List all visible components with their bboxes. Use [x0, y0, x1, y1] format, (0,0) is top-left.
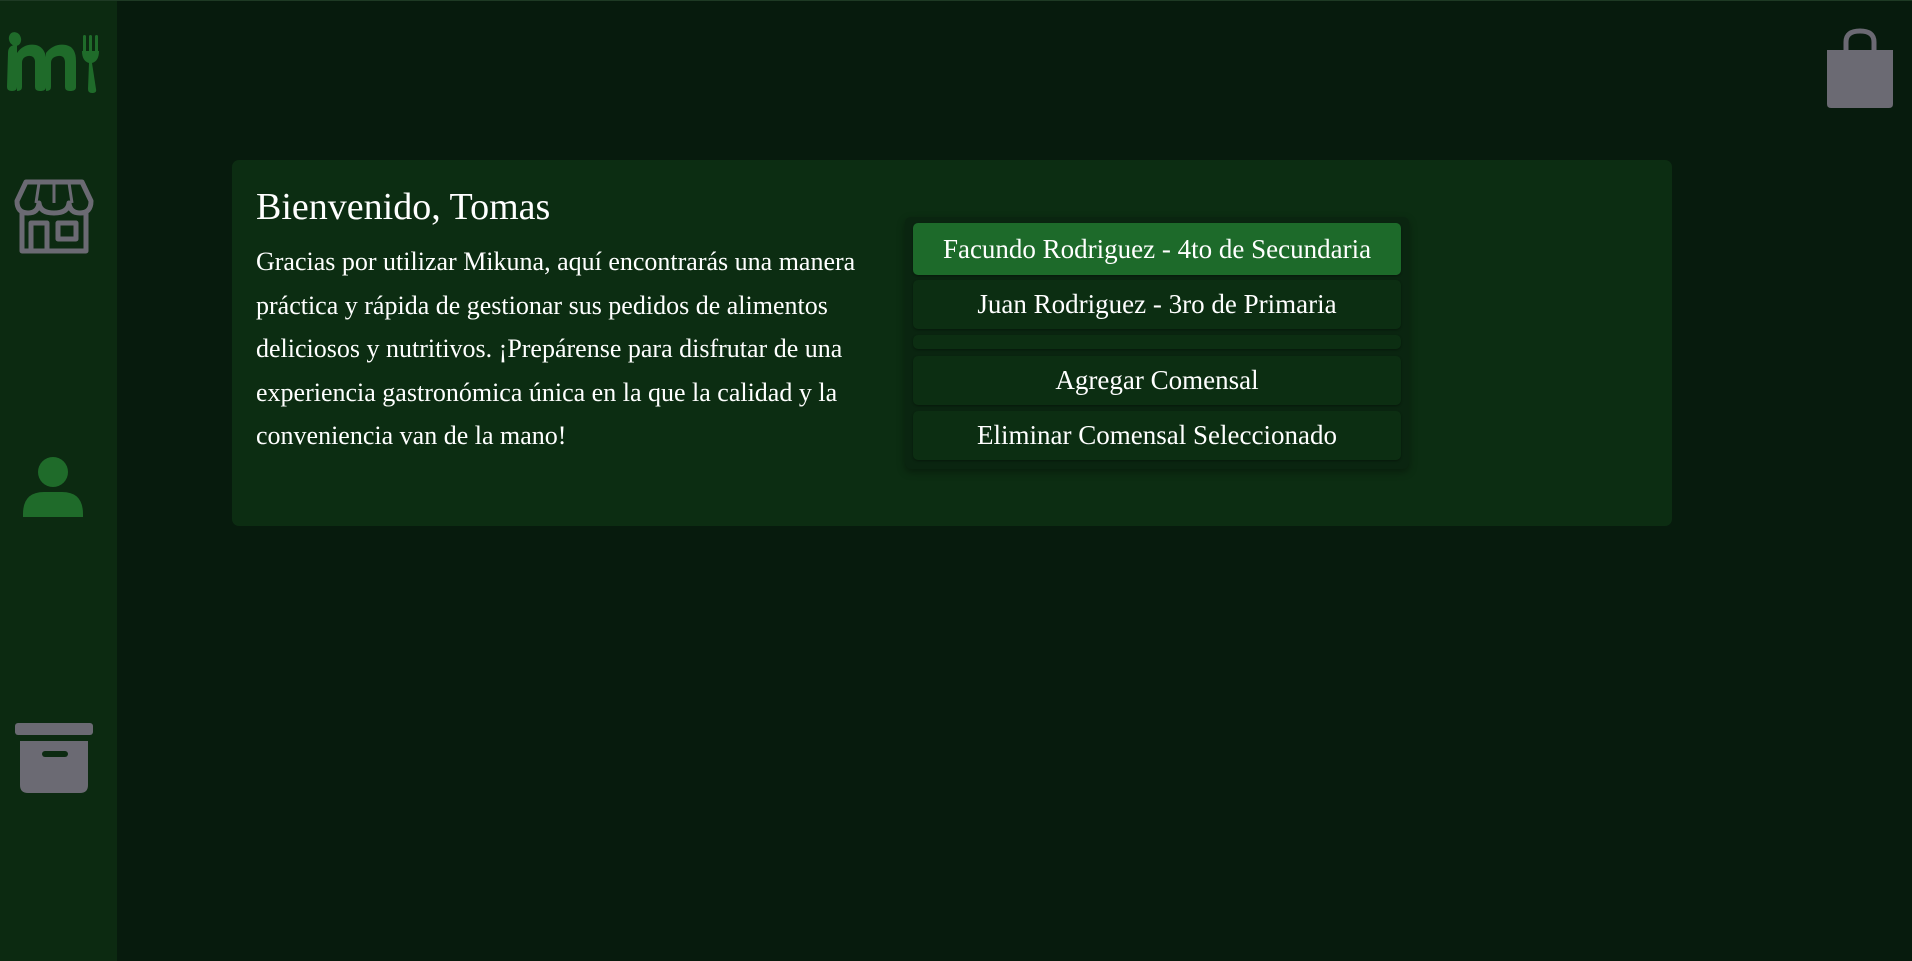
- add-diner-button[interactable]: Agregar Comensal: [913, 356, 1401, 405]
- remove-selected-diner-button[interactable]: Eliminar Comensal Seleccionado: [913, 411, 1401, 460]
- shopping-bag-icon[interactable]: [1824, 28, 1896, 110]
- top-border: [0, 0, 1912, 1]
- welcome-title: Bienvenido, Tomas: [256, 186, 551, 228]
- diner-item-selected[interactable]: Facundo Rodriguez - 4to de Secundaria: [913, 223, 1401, 275]
- mikuna-logo-icon[interactable]: [4, 31, 114, 93]
- diner-item[interactable]: Juan Rodriguez - 3ro de Primaria: [913, 280, 1401, 329]
- archive-icon[interactable]: [15, 723, 95, 795]
- sidebar: [0, 1, 117, 961]
- diner-list-panel: Facundo Rodriguez - 4to de Secundaria Ju…: [905, 217, 1409, 469]
- store-icon[interactable]: [14, 179, 94, 255]
- welcome-card: Bienvenido, Tomas Gracias por utilizar M…: [232, 160, 1672, 526]
- user-icon[interactable]: [22, 456, 84, 518]
- welcome-message: Gracias por utilizar Mikuna, aquí encont…: [256, 247, 856, 450]
- diner-item-empty[interactable]: [913, 335, 1401, 349]
